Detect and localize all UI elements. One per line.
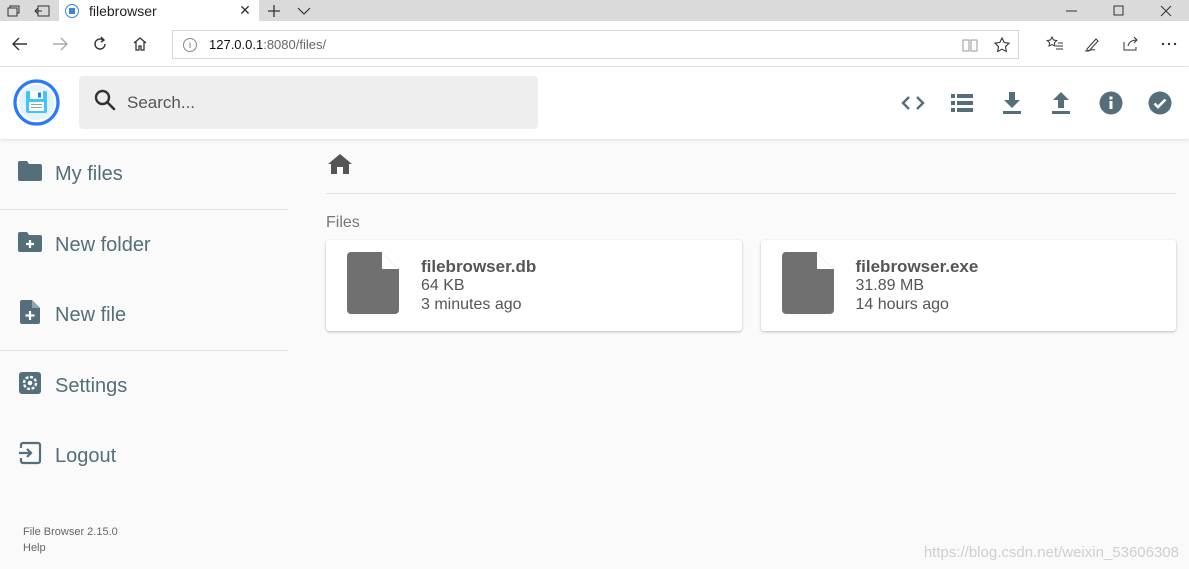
logout-icon xyxy=(18,441,42,471)
address-bar[interactable]: i 127.0.0.1:8080/files/ xyxy=(172,30,1019,59)
file-modified: 14 hours ago xyxy=(855,296,949,313)
breadcrumb xyxy=(326,139,1176,194)
url-host: 127.0.0.1 xyxy=(209,37,264,52)
filebrowser-logo[interactable] xyxy=(13,79,60,126)
file-list: filebrowser.db 64 KB 3 minutes ago fileb… xyxy=(326,240,1176,331)
sidebar-item-label: New folder xyxy=(55,233,151,256)
pen-icon[interactable] xyxy=(1074,29,1112,59)
select-check-icon[interactable] xyxy=(1136,85,1186,121)
help-link[interactable]: Help xyxy=(23,540,118,556)
app-header xyxy=(0,67,1189,139)
note-add-icon xyxy=(20,300,40,330)
sidebar-footer: File Browser 2.15.0 Help xyxy=(23,524,118,556)
file-name: filebrowser.db xyxy=(421,257,537,276)
file-item[interactable]: filebrowser.exe 31.89 MB 14 hours ago xyxy=(760,240,1176,331)
sidebar-item-label: New file xyxy=(55,303,127,326)
file-icon xyxy=(347,252,399,319)
sidebar-item-label: Logout xyxy=(55,444,117,467)
tab-manager-icon[interactable] xyxy=(0,0,28,21)
sidebar: My files New folder New file Settings Lo… xyxy=(0,139,288,569)
back-arrow-icon[interactable] xyxy=(0,29,40,59)
file-item[interactable]: filebrowser.db 64 KB 3 minutes ago xyxy=(326,240,742,331)
file-modified: 3 minutes ago xyxy=(421,296,522,313)
new-tab-icon[interactable] xyxy=(259,0,289,21)
browser-toolbar: i 127.0.0.1:8080/files/ xyxy=(0,21,1189,67)
file-icon xyxy=(781,252,834,319)
favorites-list-icon[interactable] xyxy=(1036,29,1074,59)
tab-title: filebrowser xyxy=(89,2,157,19)
gear-icon xyxy=(18,371,42,401)
forward-arrow-icon[interactable] xyxy=(40,29,80,59)
sidebar-item-label: Settings xyxy=(55,374,128,397)
home-icon[interactable] xyxy=(328,153,352,179)
file-size: 31.89 MB xyxy=(855,277,924,294)
sidebar-item-new-file[interactable]: New file xyxy=(0,280,288,350)
info-icon[interactable]: i xyxy=(183,37,197,52)
url-path: :8080/files/ xyxy=(263,37,327,52)
back-tabs-icon[interactable] xyxy=(28,0,56,21)
favorite-star-icon[interactable] xyxy=(986,36,1018,53)
main-content: Files filebrowser.db 64 KB 3 minutes ago… xyxy=(326,139,1176,331)
info-icon[interactable] xyxy=(1086,85,1136,121)
minimize-icon[interactable] xyxy=(1048,0,1095,21)
file-size: 64 KB xyxy=(421,277,465,294)
upload-icon[interactable] xyxy=(1037,85,1087,121)
share-icon[interactable] xyxy=(1112,29,1150,59)
sidebar-item-my-files[interactable]: My files xyxy=(0,139,288,209)
browser-tab-strip: filebrowser ✕ xyxy=(0,0,1189,21)
code-icon[interactable] xyxy=(888,85,938,121)
chevron-down-icon[interactable] xyxy=(289,0,319,21)
watermark-text: https://blog.csdn.net/weixin_53606308 xyxy=(923,544,1179,561)
close-window-icon[interactable] xyxy=(1142,0,1189,21)
more-menu-icon[interactable] xyxy=(1150,29,1188,59)
search-box[interactable] xyxy=(79,76,538,129)
maximize-icon[interactable] xyxy=(1095,0,1142,21)
search-icon xyxy=(93,88,117,117)
header-actions xyxy=(888,85,1185,121)
home-icon[interactable] xyxy=(120,29,160,59)
version-text: File Browser 2.15.0 xyxy=(23,526,118,538)
sidebar-item-logout[interactable]: Logout xyxy=(0,421,288,491)
browser-tab[interactable]: filebrowser ✕ xyxy=(59,0,259,21)
file-name: filebrowser.exe xyxy=(855,257,979,276)
create-folder-icon xyxy=(18,232,42,258)
sidebar-item-settings[interactable]: Settings xyxy=(0,351,288,421)
section-title: Files xyxy=(326,214,360,231)
refresh-icon[interactable] xyxy=(80,29,120,59)
folder-icon xyxy=(18,161,42,187)
list-view-icon[interactable] xyxy=(938,85,988,121)
reading-view-icon[interactable] xyxy=(954,37,986,53)
close-tab-icon[interactable]: ✕ xyxy=(237,2,253,19)
sidebar-item-label: My files xyxy=(55,162,123,185)
download-icon[interactable] xyxy=(987,85,1037,121)
search-input[interactable] xyxy=(127,92,507,113)
favicon-icon xyxy=(65,3,79,18)
sidebar-item-new-folder[interactable]: New folder xyxy=(0,210,288,280)
